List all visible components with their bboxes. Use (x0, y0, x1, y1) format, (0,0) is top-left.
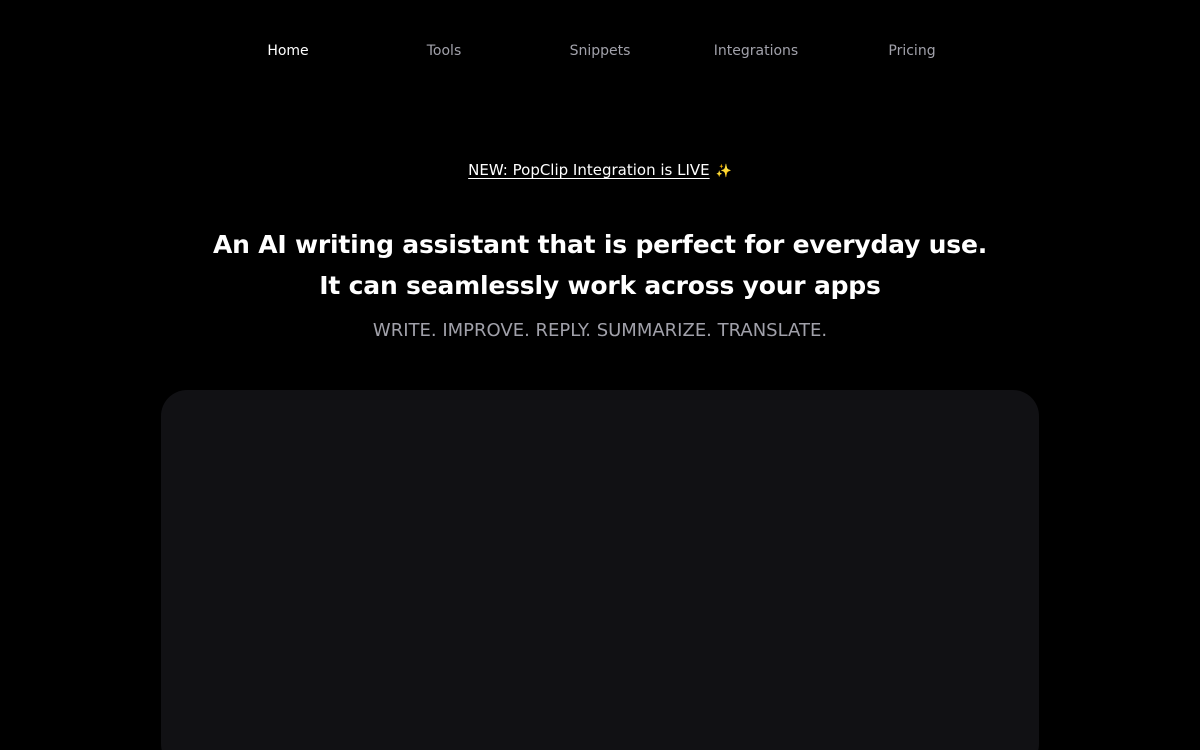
hero-headline: An AI writing assistant that is perfect … (212, 230, 988, 300)
nav-item-integrations[interactable]: Integrations (678, 38, 834, 64)
nav-item-snippets[interactable]: Snippets (522, 38, 678, 64)
announcement-link[interactable]: NEW: PopClip Integration is LIVE (468, 161, 709, 179)
demo-panel (161, 390, 1039, 750)
nav-item-home[interactable]: Home (210, 38, 366, 64)
nav-item-pricing[interactable]: Pricing (834, 38, 990, 64)
landing-page: Home Tools Snippets Integrations Pricing… (0, 0, 1200, 750)
announcement-banner: NEW: PopClip Integration is LIVE ✨ (0, 158, 1200, 184)
main-nav: Home Tools Snippets Integrations Pricing (210, 38, 990, 64)
hero-tagline: WRITE. IMPROVE. REPLY. SUMMARIZE. TRANSL… (372, 320, 828, 341)
sparkles-icon: ✨ (715, 164, 732, 179)
nav-item-tools[interactable]: Tools (366, 38, 522, 64)
